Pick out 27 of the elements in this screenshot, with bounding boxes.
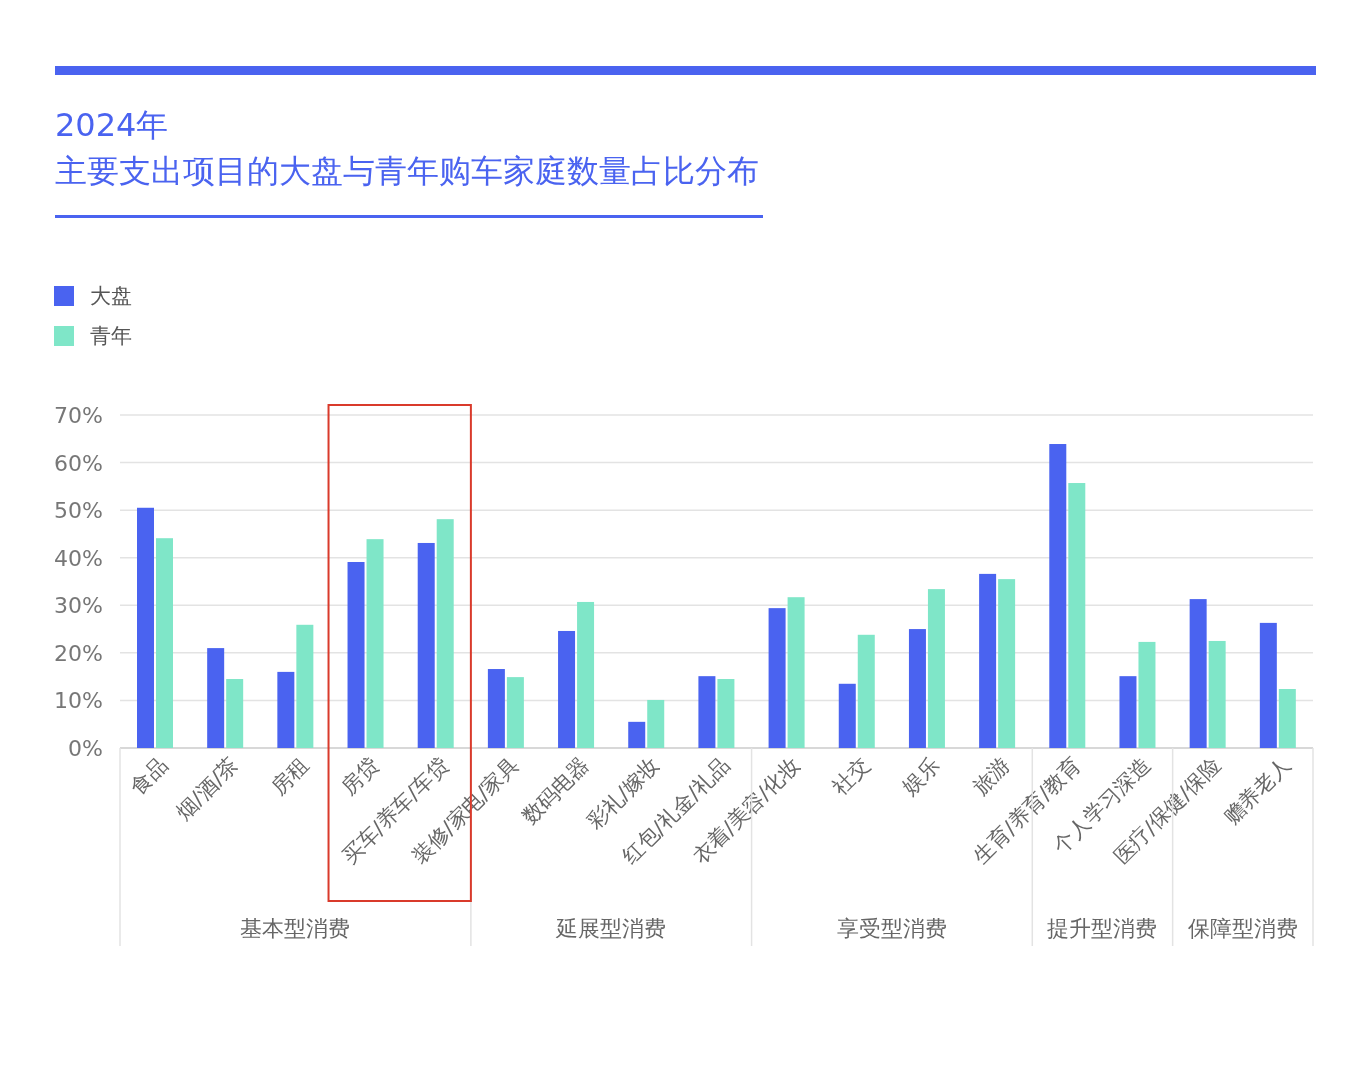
axis-tick-label: 70% xyxy=(54,403,103,428)
bar xyxy=(717,679,735,748)
category-label: 食品 xyxy=(125,752,173,800)
bar xyxy=(698,676,716,748)
category-label: 烟/酒/茶 xyxy=(171,752,243,825)
category-label: 社交 xyxy=(827,752,875,800)
category-label: 房租 xyxy=(266,752,313,800)
axis-tick-label: 30% xyxy=(54,593,103,619)
category-label: 娱乐 xyxy=(897,752,945,800)
group-label: 享受型消费 xyxy=(836,916,947,941)
axis-tick-label: 40% xyxy=(54,545,103,571)
axis-tick-label: 20% xyxy=(54,640,103,666)
chart-title: 主要支出项目的大盘与青年购车家庭数量占比分布 xyxy=(55,151,759,192)
axis-tick-label: 10% xyxy=(54,688,103,714)
axis-tick-label: 60% xyxy=(54,450,103,476)
group-label: 延展型消费 xyxy=(556,916,667,941)
legend-label: 大盘 xyxy=(90,283,132,310)
category-label: 旅游 xyxy=(968,752,1015,800)
category-label: 房贷 xyxy=(336,752,384,800)
group-label: 基本型消费 xyxy=(240,916,351,941)
chart-title: 2024年 xyxy=(55,105,169,146)
legend-label: 青年 xyxy=(90,323,132,350)
bar xyxy=(506,677,524,748)
group-label: 提升型消费 xyxy=(1047,916,1158,941)
group-label: 保障型消费 xyxy=(1187,916,1298,941)
axis-tick-label: 50% xyxy=(54,498,103,524)
axis-tick-label: 0% xyxy=(68,736,103,761)
